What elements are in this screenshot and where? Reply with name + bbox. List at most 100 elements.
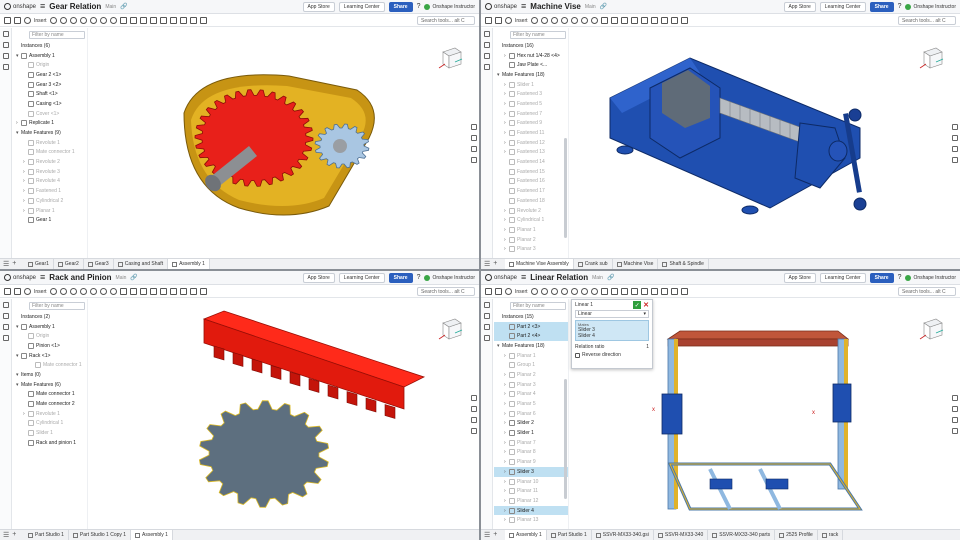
tree-item[interactable]: › Fastened 7: [494, 109, 568, 119]
relation-ratio-input[interactable]: 1: [646, 344, 649, 350]
tree-item[interactable]: ▾ Mate Features (18): [494, 70, 568, 80]
document-tab[interactable]: 2525 Profile: [775, 529, 818, 540]
tree-item[interactable]: › Slider 1: [494, 428, 568, 438]
replicate-icon[interactable]: [179, 17, 187, 24]
insert-button[interactable]: Insert: [515, 289, 528, 295]
document-tab[interactable]: Assembly 1: [131, 529, 173, 540]
planar-icon[interactable]: [79, 288, 87, 295]
mass-icon[interactable]: [952, 416, 958, 423]
variables-icon[interactable]: [2, 64, 9, 70]
tree-item[interactable]: Origin: [13, 331, 87, 341]
tree-item[interactable]: ▾ Mate Features (6): [13, 380, 87, 390]
tree-item[interactable]: Instances (6): [13, 41, 87, 51]
add-tab-icon[interactable]: +: [12, 260, 16, 268]
learning-center-button[interactable]: Learning Center: [338, 1, 385, 12]
tree-item[interactable]: › Planar 4: [494, 390, 568, 400]
tree-item[interactable]: Mate connector 1: [13, 148, 87, 158]
tree-item[interactable]: › Planar 1: [494, 225, 568, 235]
app-store-button[interactable]: App Store: [783, 1, 816, 12]
gear-relation-icon[interactable]: [610, 288, 618, 295]
tree-item[interactable]: ▾ Mate Features (18): [494, 341, 568, 351]
parts-list-icon[interactable]: [471, 394, 477, 401]
parts-list-icon[interactable]: [952, 394, 958, 401]
tree-item[interactable]: › Planar 3: [494, 380, 568, 390]
tree-item[interactable]: Instances (16): [494, 41, 568, 51]
insert-button[interactable]: Insert: [34, 289, 47, 295]
variables-icon[interactable]: [483, 64, 490, 70]
mate-selection-2[interactable]: Slider 4: [578, 333, 646, 339]
hamburger-icon[interactable]: ≡: [521, 2, 526, 11]
tree-item[interactable]: › Planar 6: [494, 409, 568, 419]
appearance-icon[interactable]: [2, 42, 9, 48]
tree-item[interactable]: › Fastened 5: [494, 99, 568, 109]
tree-item[interactable]: › Planar 8: [494, 448, 568, 458]
cylindrical-icon[interactable]: [570, 17, 578, 24]
help-icon[interactable]: ?: [898, 3, 902, 10]
graphics-area[interactable]: [89, 28, 469, 258]
tree-item[interactable]: › Slider 3: [494, 467, 568, 477]
rack-pinion-icon[interactable]: [620, 17, 628, 24]
workspace-label[interactable]: Main: [116, 275, 127, 281]
share-button[interactable]: Share: [388, 1, 413, 12]
planar-icon[interactable]: [560, 17, 568, 24]
undo-icon[interactable]: [485, 288, 492, 295]
document-tab[interactable]: Part Studio 1 Copy 1: [69, 529, 132, 540]
tree-item[interactable]: › Replicate 1: [13, 119, 87, 129]
fasten-icon[interactable]: [49, 17, 57, 24]
ball-icon[interactable]: [590, 17, 598, 24]
tree-item[interactable]: Fastened 14: [494, 157, 568, 167]
screw-icon[interactable]: [630, 288, 638, 295]
gear-relation-icon[interactable]: [129, 288, 137, 295]
onshape-logo[interactable]: onshape: [485, 3, 517, 10]
document-tab[interactable]: Part Studio 1: [24, 529, 69, 540]
screw-icon[interactable]: [630, 17, 638, 24]
add-tab-icon[interactable]: +: [493, 531, 497, 539]
learning-center-button[interactable]: Learning Center: [819, 272, 866, 283]
tree-item[interactable]: Instances (2): [13, 312, 87, 322]
tree-item[interactable]: › Fastened 11: [494, 128, 568, 138]
screw-icon[interactable]: [149, 288, 157, 295]
tab-list-icon[interactable]: ☰: [3, 260, 9, 268]
document-tab[interactable]: Machine Vise: [613, 258, 659, 269]
linear-icon[interactable]: [159, 288, 167, 295]
hamburger-icon[interactable]: ≡: [521, 273, 526, 282]
tree-item[interactable]: Casing <1>: [13, 99, 87, 109]
explode-icon[interactable]: [680, 17, 688, 24]
cancel-button[interactable]: ✕: [643, 301, 649, 309]
document-title[interactable]: Machine Vise: [530, 2, 581, 11]
document-tab[interactable]: rack: [818, 529, 844, 540]
tree-item[interactable]: Slider 1: [13, 428, 87, 438]
add-tab-icon[interactable]: +: [493, 260, 497, 268]
tree-item[interactable]: Fastened 15: [494, 167, 568, 177]
tree-item[interactable]: › Planar 5: [494, 399, 568, 409]
document-tab[interactable]: Shaft & Spindle: [658, 258, 709, 269]
search-tools-input[interactable]: Search tools... alt C: [417, 287, 475, 296]
tab-list-icon[interactable]: ☰: [3, 531, 9, 539]
revolute-icon[interactable]: [540, 288, 548, 295]
tree-item[interactable]: › Planar 1: [494, 351, 568, 361]
tree-item[interactable]: Origin: [13, 60, 87, 70]
link-icon[interactable]: 🔗: [130, 274, 137, 281]
workspace-label[interactable]: Main: [105, 4, 116, 10]
help-icon[interactable]: ?: [417, 274, 421, 281]
filter-input[interactable]: Filter by name: [510, 302, 566, 310]
slider-icon[interactable]: [550, 288, 558, 295]
group-icon[interactable]: [650, 288, 658, 295]
app-store-button[interactable]: App Store: [783, 272, 816, 283]
tab-list-icon[interactable]: ☰: [484, 531, 490, 539]
bom-icon[interactable]: [471, 427, 477, 434]
tree-item[interactable]: › Planar 2: [494, 370, 568, 380]
search-tools-input[interactable]: Search tools... alt C: [898, 16, 956, 25]
tree-item[interactable]: Revolute 1: [13, 138, 87, 148]
tree-item[interactable]: Cylindrical 1: [13, 419, 87, 429]
gear-model[interactable]: [89, 28, 469, 258]
tree-item[interactable]: Rack and pinion 1: [13, 438, 87, 448]
planar-icon[interactable]: [560, 288, 568, 295]
redo-icon[interactable]: [14, 17, 21, 24]
slider-icon[interactable]: [69, 288, 77, 295]
document-tab[interactable]: Machine Vise Assembly: [505, 258, 574, 269]
tree-item[interactable]: Part 2 <3>: [494, 321, 568, 332]
tree-item[interactable]: Mate connector 1: [13, 390, 87, 400]
tree-item[interactable]: Gear 2 <1>: [13, 70, 87, 80]
onshape-logo[interactable]: onshape: [4, 3, 36, 10]
